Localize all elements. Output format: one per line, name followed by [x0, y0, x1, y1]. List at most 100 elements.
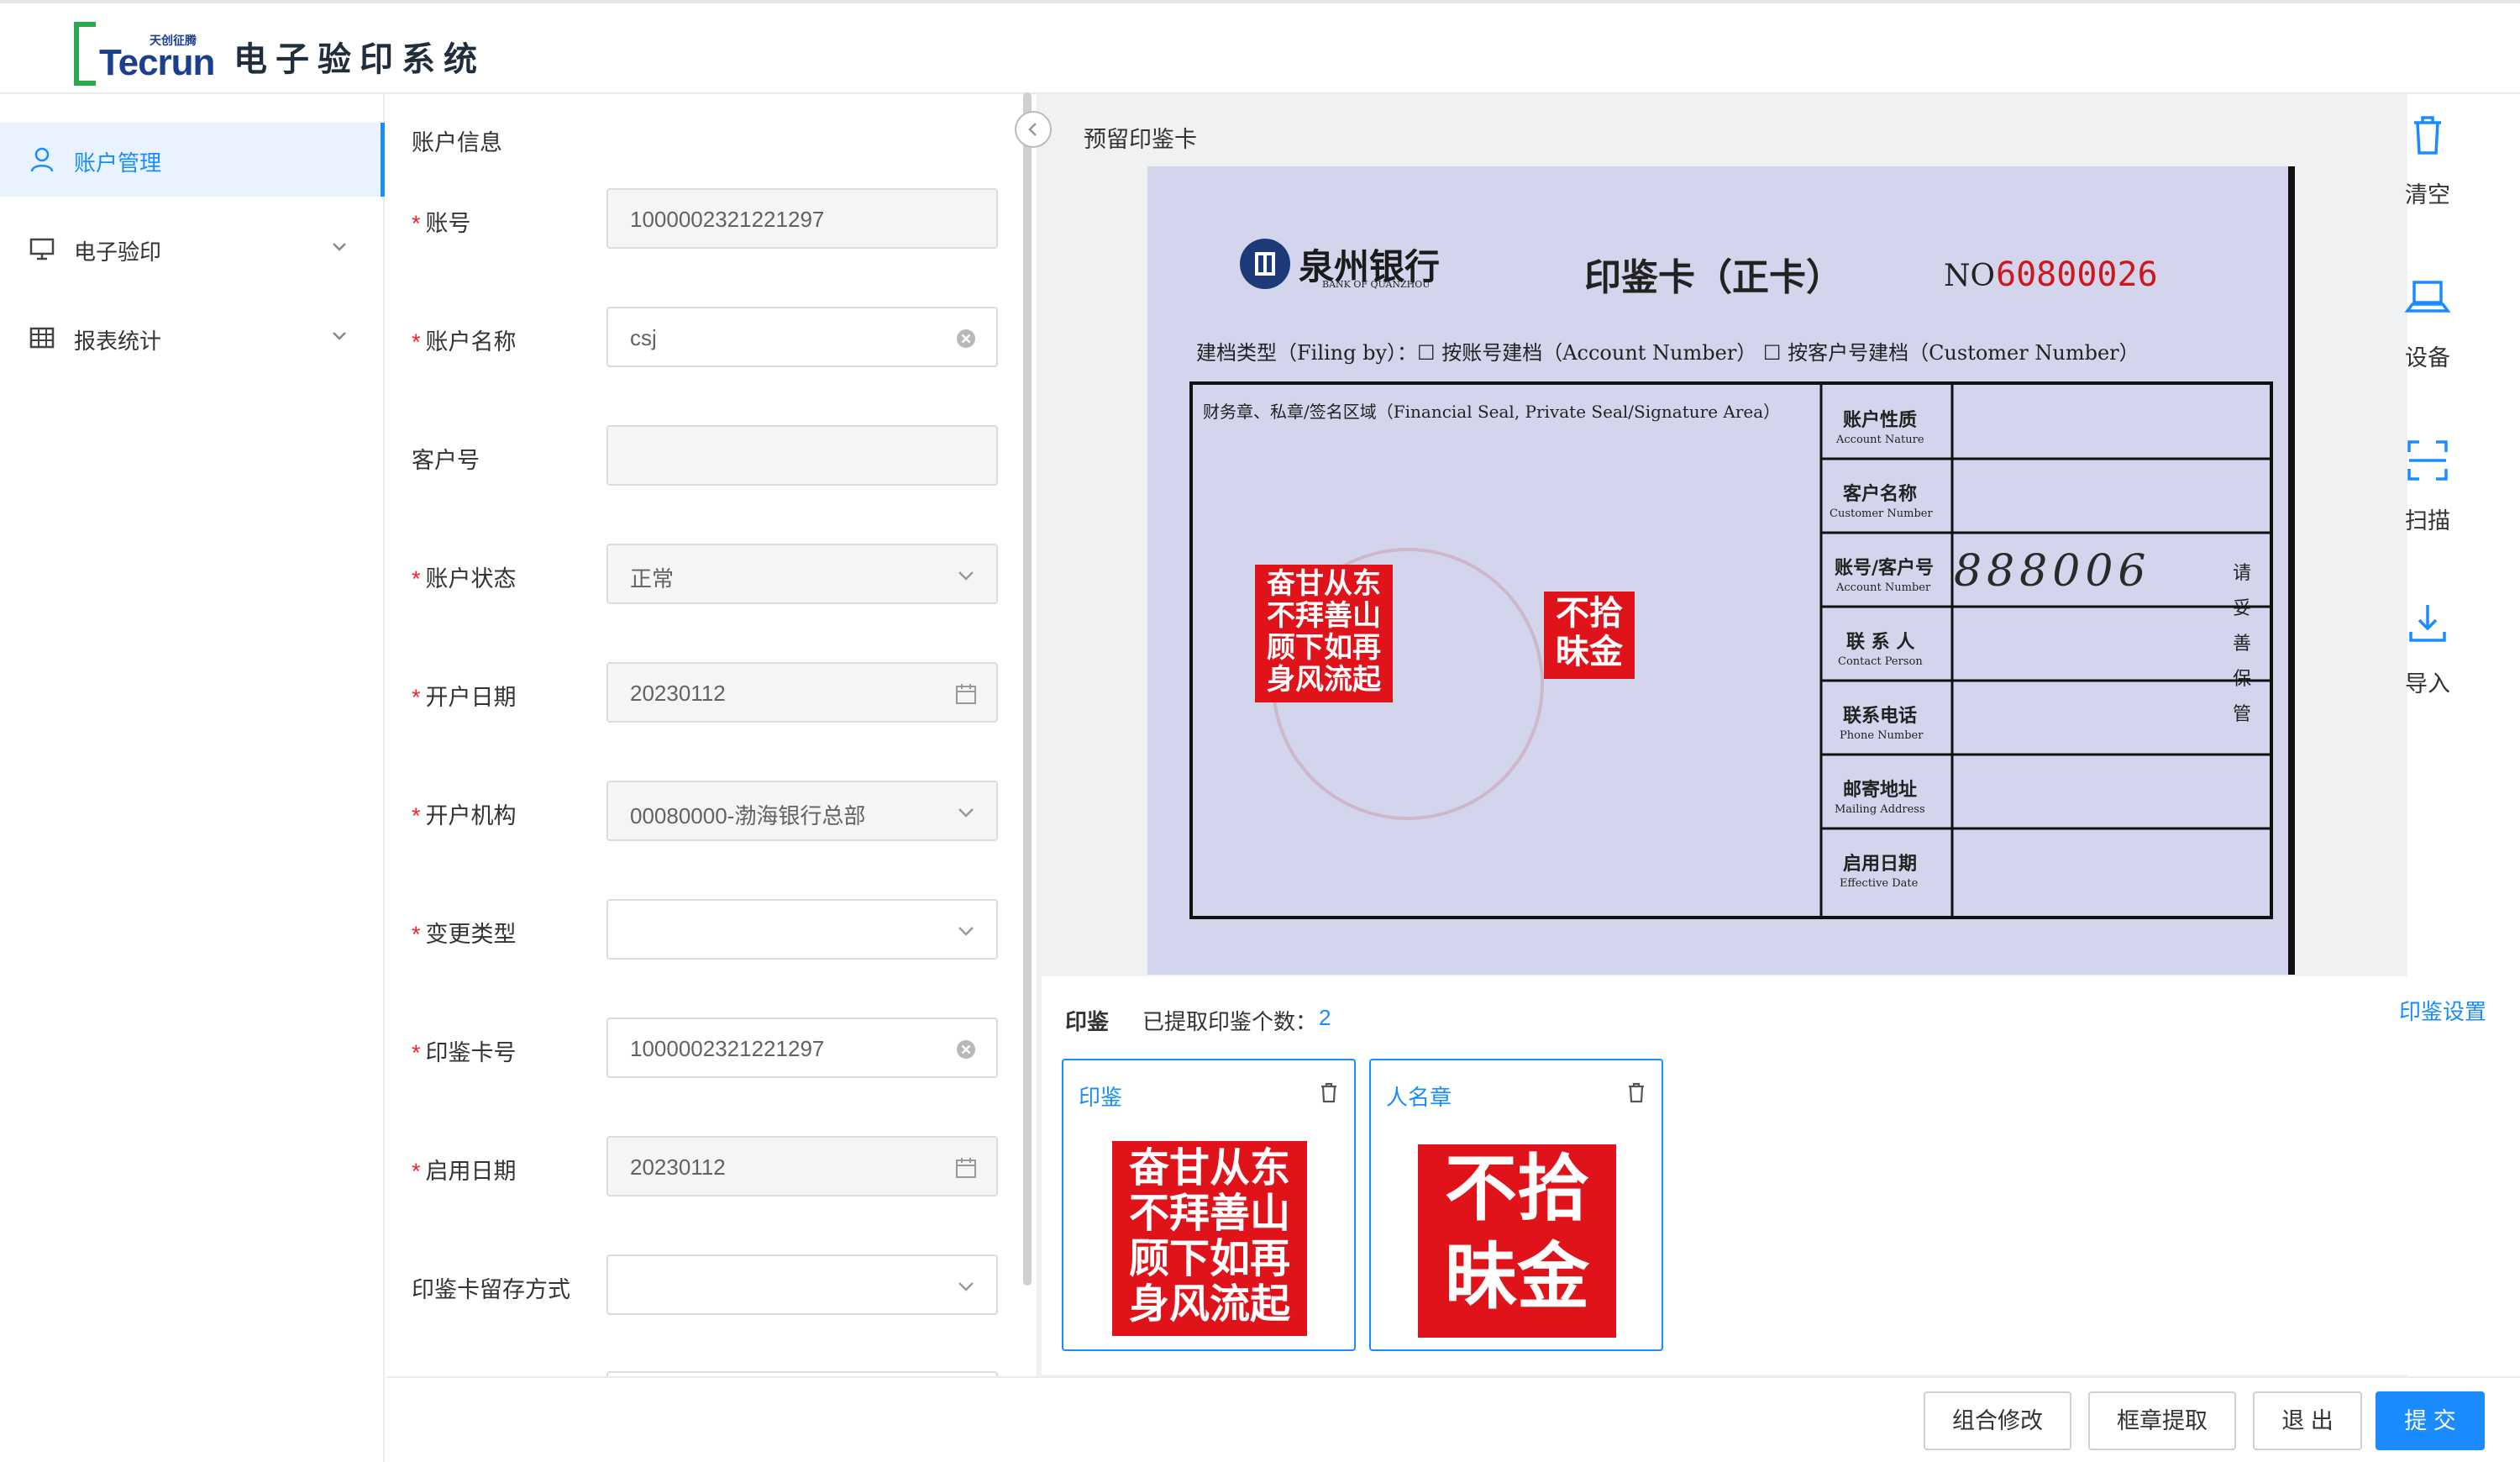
- open-date-picker[interactable]: 20230112: [606, 662, 998, 723]
- monitor-icon: [29, 238, 55, 260]
- table-icon: [29, 327, 55, 349]
- form-label: * 开户日期: [412, 685, 517, 710]
- form-label: * 开户机构: [412, 803, 517, 828]
- exit-button[interactable]: 退 出: [2253, 1391, 2362, 1450]
- seal-card-item[interactable]: 印鉴 奋甘从东 不拜善山 顾下如再 身风流起: [1062, 1059, 1356, 1351]
- handwritten-account-number: 888006: [1954, 546, 2151, 597]
- seal-image-large: 奋甘从东 不拜善山 顾下如再 身风流起: [1112, 1141, 1307, 1336]
- card-no-prefix: NO: [1944, 259, 1996, 293]
- form-label: * 变更类型: [412, 922, 517, 947]
- action-footer: 组合修改 框章提取 退 出 提 交: [386, 1376, 2520, 1462]
- seal-count-label: 已提取印鉴个数：: [1142, 1009, 1318, 1034]
- tecrun-logo: 天创征腾 Tecrun: [74, 22, 215, 86]
- card-title: 预留印鉴卡: [1084, 127, 1197, 152]
- sidebar-item-label: 电子验印: [74, 239, 162, 265]
- form-label: 客户号: [412, 448, 480, 473]
- clear-icon[interactable]: [954, 1038, 978, 1061]
- form-label: 印鉴卡留存方式: [412, 1277, 570, 1302]
- card-heading: 印鉴卡（正卡）: [1584, 256, 1843, 299]
- user-icon: [30, 147, 54, 172]
- account-form-panel: 账户信息 * 账号 1000002321221297 * 账户名称 csj 客户号: [386, 94, 1033, 1388]
- side-note: 请妥善保管: [2233, 563, 2252, 725]
- chevron-left-icon: [1028, 123, 1037, 136]
- change-type-select[interactable]: [606, 899, 998, 960]
- form-label: * 启用日期: [412, 1159, 517, 1184]
- tool-label: 扫描: [2405, 508, 2450, 534]
- frame-seal-extract-button[interactable]: 框章提取: [2088, 1391, 2236, 1450]
- collapse-panel-button[interactable]: [1015, 111, 1052, 148]
- account-number-field[interactable]: 1000002321221297: [606, 188, 998, 249]
- seal-card-title: 印鉴: [1079, 1085, 1123, 1110]
- tool-label: 导入: [2405, 671, 2450, 697]
- scan-stamp-small: 不拾 昧金: [1544, 592, 1635, 679]
- account-status-select[interactable]: 正常: [606, 544, 998, 604]
- seal-area-label: 财务章、私章/签名区域（Financial Seal, Private Seal…: [1203, 402, 1781, 422]
- form-row-effective-date: * 启用日期 20230112: [386, 1136, 1025, 1196]
- calendar-icon: [956, 1158, 976, 1178]
- scan-tool-button[interactable]: 扫描: [2386, 437, 2470, 535]
- extracted-seals-panel: 印鉴 已提取印鉴个数： 2 印鉴设置 印鉴 奋甘从东 不拜善山 顾下如再 身风流…: [1042, 976, 2520, 1375]
- tool-label: 清空: [2405, 182, 2450, 208]
- form-row-account-number: * 账号 1000002321221297: [386, 188, 1025, 249]
- form-row-retention-method: 印鉴卡留存方式: [386, 1254, 1025, 1315]
- seal-card-scan-image: 泉州银行 BANK OF QUANZHOU 印鉴卡（正卡） NO 6080002…: [1147, 166, 2295, 975]
- submit-button[interactable]: 提 交: [2376, 1391, 2485, 1450]
- calendar-icon: [956, 684, 976, 704]
- scan-icon: [2407, 440, 2448, 481]
- clear-tool-button[interactable]: 清空: [2386, 111, 2470, 209]
- chevron-down-icon: [333, 243, 346, 251]
- trash-icon: [2414, 116, 2441, 155]
- form-row-change-type: * 变更类型: [386, 899, 1025, 960]
- delete-icon[interactable]: [1625, 1081, 1648, 1104]
- form-row-account-status: * 账户状态 正常: [386, 544, 1025, 604]
- form-scrollbar[interactable]: [1023, 92, 1032, 1286]
- sidebar-item-label: 账户管理: [74, 150, 162, 176]
- seal-settings-link[interactable]: 印鉴设置: [2399, 995, 2486, 1026]
- account-name-input[interactable]: csj: [606, 307, 998, 367]
- logo-text-en: Tecrun: [99, 42, 215, 83]
- customer-number-field[interactable]: [606, 425, 998, 486]
- tool-label: 设备: [2405, 345, 2450, 371]
- bank-name-en: BANK OF QUANZHOU: [1322, 279, 1431, 290]
- device-tool-button[interactable]: 设备: [2386, 274, 2470, 372]
- chevron-down-icon: [333, 332, 346, 340]
- form-row-account-name: * 账户名称 csj: [386, 307, 1025, 367]
- sidebar-item-account-management[interactable]: 账户管理: [0, 123, 385, 197]
- form-label: * 印鉴卡号: [412, 1040, 517, 1065]
- seal-count: 2: [1319, 1005, 1331, 1030]
- form-row-customer-number: 客户号: [386, 425, 1025, 486]
- seal-image-small: 不拾 昧金: [1418, 1144, 1616, 1338]
- seal-card-title: 人名章: [1386, 1085, 1452, 1110]
- delete-icon[interactable]: [1317, 1081, 1341, 1104]
- form-row-seal-card-number: * 印鉴卡号 1000002321221297: [386, 1018, 1025, 1078]
- open-branch-select[interactable]: 00080000-渤海银行总部: [606, 781, 998, 841]
- seal-card-number-input[interactable]: 1000002321221297: [606, 1018, 998, 1078]
- form-label: * 账户名称: [412, 329, 517, 355]
- scan-stamp-large: 奋甘从东 不拜善山 顾下如再 身风流起: [1255, 565, 1393, 702]
- retention-method-select[interactable]: [606, 1254, 998, 1315]
- sidebar-item-label: 报表统计: [74, 329, 162, 354]
- clear-icon[interactable]: [954, 327, 978, 350]
- form-row-open-branch: * 开户机构 00080000-渤海银行总部: [386, 781, 1025, 841]
- bank-logo-icon: [1240, 239, 1290, 289]
- app-header: 天创征腾 Tecrun 电子验印系统: [0, 0, 2520, 94]
- chevron-down-icon: [958, 808, 974, 818]
- form-row-open-date: * 开户日期 20230112: [386, 662, 1025, 723]
- app-title: 电子验印系统: [234, 41, 486, 78]
- import-tool-button[interactable]: 导入: [2386, 600, 2470, 698]
- chevron-down-icon: [958, 927, 974, 936]
- chevron-down-icon: [958, 1282, 974, 1291]
- seals-heading: 印鉴: [1065, 1009, 1110, 1034]
- sidebar: 账户管理 电子验印 报表统计: [0, 94, 385, 1462]
- form-label: * 账户状态: [412, 566, 517, 592]
- import-icon: [2409, 605, 2446, 642]
- logo-bracket-icon: [74, 22, 96, 86]
- filing-line: 建档类型（Filing by）：☐ 按账号建档（Account Number） …: [1196, 341, 2139, 365]
- sidebar-item-report-statistics[interactable]: 报表统计: [0, 301, 385, 375]
- seal-card-item[interactable]: 人名章 不拾 昧金: [1369, 1059, 1663, 1351]
- form-label: * 账号: [412, 211, 471, 236]
- effective-date-picker[interactable]: 20230112: [606, 1136, 998, 1196]
- sidebar-item-electronic-verification[interactable]: 电子验印: [0, 212, 385, 286]
- chevron-down-icon: [958, 571, 974, 581]
- combined-edit-button[interactable]: 组合修改: [1924, 1391, 2071, 1450]
